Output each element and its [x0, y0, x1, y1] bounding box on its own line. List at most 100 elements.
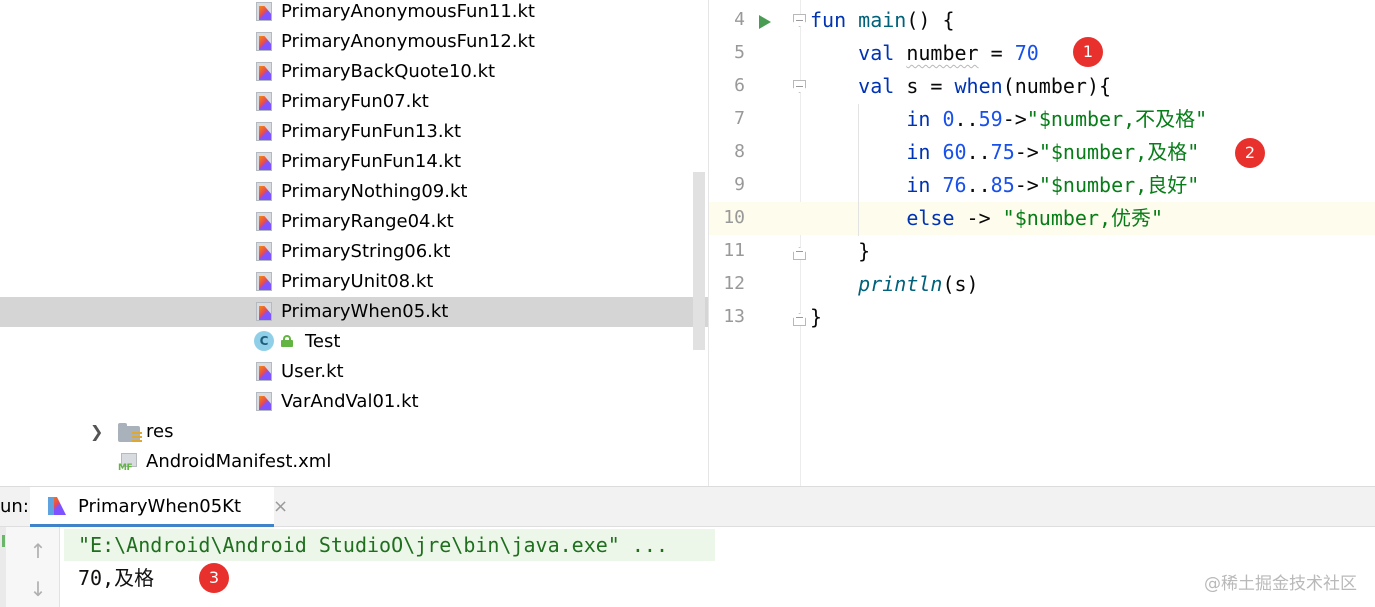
- keyword: val: [858, 74, 895, 98]
- tree-item[interactable]: VarAndVal01.kt: [0, 387, 708, 417]
- chevron-right-icon[interactable]: ❯: [90, 422, 104, 442]
- kotlin-run-config-icon: [48, 497, 66, 515]
- string-literal: "$number,及格": [1038, 140, 1200, 164]
- fold-close-icon[interactable]: [793, 245, 807, 261]
- line-number: 6: [734, 75, 745, 96]
- tree-item[interactable]: PrimaryFun07.kt: [0, 87, 708, 117]
- tree-item-label: PrimaryBackQuote10.kt: [281, 61, 496, 82]
- tree-item[interactable]: PrimaryBackQuote10.kt: [0, 57, 708, 87]
- kotlin-file-icon: [256, 32, 275, 52]
- run-label: un:: [0, 496, 29, 517]
- line-number: 5: [734, 42, 745, 63]
- tree-item-label: AndroidManifest.xml: [146, 451, 332, 472]
- tree-item[interactable]: PrimaryString06.kt: [0, 237, 708, 267]
- tree-item[interactable]: PrimaryRange04.kt: [0, 207, 708, 237]
- line-number: 11: [723, 240, 745, 261]
- fold-open-icon[interactable]: [793, 80, 807, 96]
- tree-item-label: PrimaryAnonymousFun11.kt: [281, 1, 535, 22]
- variable-name: number: [906, 41, 979, 65]
- run-header: un: PrimaryWhen05Kt ×: [0, 487, 1375, 527]
- close-icon[interactable]: ×: [273, 495, 288, 519]
- kotlin-file-icon: [256, 302, 275, 322]
- kotlin-file-icon: [256, 2, 275, 22]
- code-line[interactable]: 5 val number = 70 1: [709, 37, 1375, 70]
- code-text: () {: [906, 8, 955, 32]
- code-text: (number){: [1002, 74, 1112, 98]
- code-editor[interactable]: 4 fun main() { 5 val number = 70 1 6 val…: [708, 0, 1375, 486]
- code-line[interactable]: 13 }: [709, 301, 1375, 334]
- code-text: s =: [894, 74, 955, 98]
- tree-item-selected[interactable]: PrimaryWhen05.kt: [0, 297, 708, 327]
- kotlin-file-icon: [256, 182, 275, 202]
- code-line[interactable]: 4 fun main() {: [709, 4, 1375, 37]
- tree-item-manifest[interactable]: MF AndroidManifest.xml: [0, 447, 708, 477]
- tree-item-label: PrimaryAnonymousFun12.kt: [281, 31, 535, 52]
- tree-item-label: Test: [305, 331, 341, 352]
- line-number: 12: [723, 273, 745, 294]
- code-text: }: [858, 239, 871, 263]
- code-line[interactable]: 8 in 60..75->"$number,及格" 2: [709, 136, 1375, 169]
- function-call: println: [858, 272, 943, 296]
- tree-item[interactable]: PrimaryFunFun14.kt: [0, 147, 708, 177]
- code-line[interactable]: 7 in 0..59->"$number,不及格": [709, 103, 1375, 136]
- console-command-line: "E:\Android\Android StudioO\jre\bin\java…: [78, 533, 669, 557]
- kotlin-file-icon: [256, 242, 275, 262]
- tree-item-res-folder[interactable]: ❯ res: [0, 417, 708, 447]
- code-line[interactable]: 9 in 76..85->"$number,良好": [709, 169, 1375, 202]
- number-literal: 0: [942, 107, 955, 131]
- tree-item[interactable]: User.kt: [0, 357, 708, 387]
- run-gutter-icon[interactable]: [759, 15, 771, 29]
- tree-scrollbar-thumb[interactable]: [693, 172, 705, 350]
- keyword: fun: [810, 8, 847, 32]
- line-number: 8: [734, 141, 745, 162]
- watermark: @稀土掘金技术社区: [1204, 574, 1357, 594]
- code-line[interactable]: 11 }: [709, 235, 1375, 268]
- line-number: 10: [723, 207, 745, 228]
- tree-item[interactable]: C Test: [0, 327, 708, 357]
- kotlin-file-icon: [256, 92, 275, 112]
- arrow-up-icon[interactable]: ↑: [26, 539, 50, 563]
- code-line-current[interactable]: 10 else -> "$number,优秀": [709, 202, 1375, 235]
- code-line[interactable]: 12 println(s): [709, 268, 1375, 301]
- fold-close-icon[interactable]: [793, 311, 807, 327]
- line-number: 13: [723, 306, 745, 327]
- code-text: ->: [1014, 140, 1039, 164]
- keyword: in: [906, 173, 931, 197]
- tree-item[interactable]: PrimaryAnonymousFun12.kt: [0, 27, 708, 57]
- string-literal: "$number,优秀": [1002, 206, 1164, 230]
- tree-item-label: PrimaryFunFun13.kt: [281, 121, 462, 142]
- kotlin-file-icon: [256, 62, 275, 82]
- code-text: ..: [966, 140, 991, 164]
- fold-open-icon[interactable]: [793, 14, 807, 30]
- class-icon: C: [254, 331, 274, 351]
- keyword: in: [906, 140, 931, 164]
- code-text: ->: [954, 206, 1003, 230]
- tree-item[interactable]: PrimaryAnonymousFun11.kt: [0, 0, 708, 27]
- annotation-badge-2: 2: [1235, 138, 1265, 168]
- tree-item[interactable]: PrimaryFunFun13.kt: [0, 117, 708, 147]
- line-number: 4: [734, 9, 745, 30]
- arrow-down-icon[interactable]: ↓: [26, 577, 50, 601]
- run-tab[interactable]: PrimaryWhen05Kt ×: [30, 487, 288, 527]
- line-number: 9: [734, 174, 745, 195]
- kotlin-file-icon: [256, 212, 275, 232]
- number-literal: 60: [942, 140, 967, 164]
- code-text: ..: [954, 107, 979, 131]
- kotlin-file-icon: [256, 272, 275, 292]
- string-literal: "$number,良好": [1038, 173, 1200, 197]
- res-folder-icon: [118, 423, 142, 443]
- kotlin-file-icon: [256, 152, 275, 172]
- code-text: ->: [1014, 173, 1039, 197]
- keyword: else: [906, 206, 955, 230]
- string-literal: "$number,不及格": [1026, 107, 1208, 131]
- tree-item-label: PrimaryFun07.kt: [281, 91, 429, 112]
- code-line[interactable]: 6 val s = when(number){: [709, 70, 1375, 103]
- tree-item-label: PrimaryUnit08.kt: [281, 271, 434, 292]
- run-side-toolbar: ↑ ↓: [0, 527, 60, 607]
- code-text: =: [978, 41, 1015, 65]
- annotation-badge-1: 1: [1073, 37, 1103, 67]
- tree-item[interactable]: PrimaryUnit08.kt: [0, 267, 708, 297]
- run-tool-window: un: PrimaryWhen05Kt × ↑ ↓ "E:\Android\An…: [0, 486, 1375, 607]
- keyword: when: [954, 74, 1003, 98]
- tree-item[interactable]: PrimaryNothing09.kt: [0, 177, 708, 207]
